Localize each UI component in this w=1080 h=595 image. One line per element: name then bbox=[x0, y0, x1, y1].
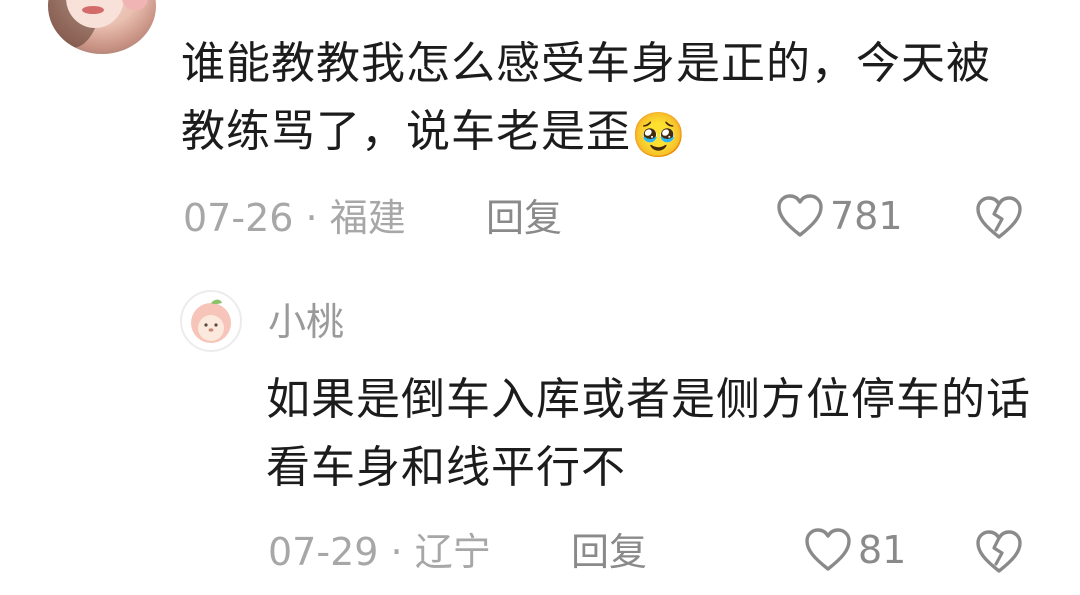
replier-avatar[interactable] bbox=[180, 290, 242, 352]
broken-heart-icon bbox=[976, 530, 1022, 573]
comment-date: 07-26 bbox=[183, 196, 294, 240]
reply-reply-button[interactable]: 回复 bbox=[571, 530, 647, 574]
commenter-avatar[interactable] bbox=[48, 0, 156, 54]
heart-outline-icon bbox=[805, 528, 851, 571]
reply-dislike-button[interactable] bbox=[975, 530, 1023, 578]
heart-outline-icon bbox=[777, 194, 823, 237]
reply-text: 如果是倒车入库或者是侧方位停车的话看车身和线平行不 bbox=[266, 374, 1031, 493]
broken-heart-icon bbox=[976, 196, 1022, 239]
reply-meta: 07-29 · 辽宁 bbox=[268, 530, 491, 574]
reply-like-count: 81 bbox=[858, 528, 907, 572]
reply-location: 辽宁 bbox=[414, 530, 491, 574]
crying-face-emoji: 🥹 bbox=[631, 110, 687, 161]
comment-meta: 07-26 · 福建 bbox=[183, 196, 406, 240]
reply-date: 07-29 bbox=[268, 530, 379, 574]
reply-like-button[interactable]: 81 bbox=[804, 528, 906, 572]
comment-location: 福建 bbox=[329, 196, 406, 240]
meta-separator: · bbox=[390, 530, 403, 574]
comment-like-button[interactable]: 781 bbox=[776, 194, 903, 238]
comment-reply-button[interactable]: 回复 bbox=[486, 196, 562, 240]
comment-text: 谁能教教我怎么感受车身是正的，今天被教练骂了，说车老是歪🥹 bbox=[181, 30, 1021, 170]
meta-separator: · bbox=[305, 196, 318, 240]
comment-like-count: 781 bbox=[830, 194, 903, 238]
comment-body: 谁能教教我怎么感受车身是正的，今天被教练骂了，说车老是歪 bbox=[181, 38, 991, 157]
comment-dislike-button[interactable] bbox=[975, 196, 1023, 244]
reply-username[interactable]: 小桃 bbox=[268, 298, 344, 346]
